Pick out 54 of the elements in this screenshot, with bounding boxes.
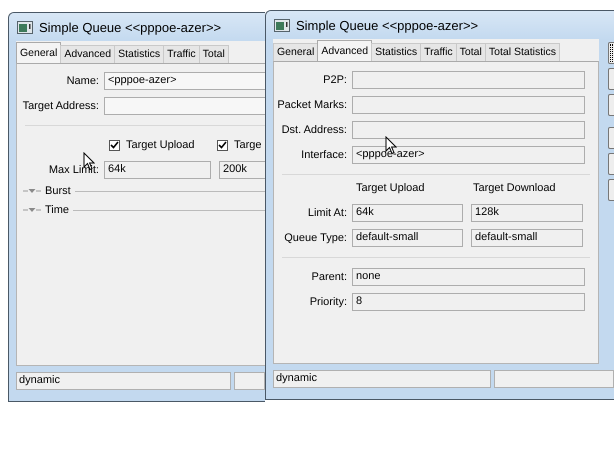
field-label: Max Limit: [48, 164, 99, 176]
column-header: Target Download [473, 182, 557, 194]
window-icon [17, 20, 33, 34]
section-label[interactable]: Burst [45, 185, 71, 197]
field-label: Limit At: [306, 207, 347, 219]
window-title: Simple Queue <<pppoe-azer>> [39, 20, 222, 34]
section-label[interactable]: Time [45, 204, 70, 216]
checkbox[interactable]: Targe [217, 139, 262, 151]
input-field[interactable]: default-small [471, 229, 583, 247]
tab[interactable]: Advanced [60, 45, 116, 63]
input-field[interactable] [352, 96, 585, 114]
tab[interactable]: General [273, 43, 318, 61]
field-label: Name: [66, 75, 99, 87]
tab[interactable]: Statistics [371, 43, 422, 61]
input-field[interactable] [352, 121, 585, 139]
input-field[interactable] [352, 71, 585, 89]
status-text: dynamic [16, 372, 231, 390]
field-label: Dst. Address: [280, 124, 347, 136]
field-label: Target Address: [22, 100, 99, 112]
window-icon [274, 18, 290, 32]
input-field[interactable]: 64k [352, 204, 463, 222]
tab[interactable]: Traffic [163, 45, 200, 63]
expand-arrow-icon[interactable] [23, 188, 41, 194]
tab[interactable]: Total Statistics [484, 43, 560, 61]
field-label: Queue Type: [283, 232, 347, 244]
checkbox[interactable]: Target Upload [109, 139, 217, 151]
field-label: P2P: [322, 74, 347, 86]
input-field[interactable]: <pppoe-azer> [104, 72, 265, 90]
input-field[interactable]: <pppoe-azer> [352, 146, 585, 164]
field-label: Packet Marks: [276, 99, 347, 111]
input-field[interactable]: 8 [352, 293, 585, 311]
status-pane [234, 372, 265, 390]
input-field[interactable]: default-small [352, 229, 463, 247]
tab[interactable]: Total [456, 43, 486, 61]
tab[interactable]: General [16, 42, 62, 63]
check-icon [218, 141, 227, 149]
field-label: Parent: [310, 271, 347, 283]
tab[interactable]: Traffic [420, 43, 457, 61]
input-field[interactable] [104, 97, 265, 115]
tab[interactable]: Statistics [114, 45, 164, 63]
expand-arrow-icon[interactable] [23, 207, 41, 213]
tab[interactable]: Total [198, 45, 229, 63]
input-field[interactable]: 64k [104, 161, 211, 179]
column-header: Target Upload [356, 182, 426, 194]
window-title: Simple Queue <<pppoe-azer>> [296, 18, 478, 32]
check-icon [110, 141, 119, 149]
input-field[interactable]: 128k [471, 204, 583, 222]
status-text: dynamic [273, 370, 491, 388]
field-label: Interface: [300, 149, 347, 161]
field-label: Priority: [308, 296, 347, 308]
tab[interactable]: Advanced [317, 40, 372, 61]
side-button[interactable] [608, 42, 614, 64]
input-field[interactable]: 200k [219, 161, 265, 179]
input-field[interactable]: none [352, 268, 585, 286]
